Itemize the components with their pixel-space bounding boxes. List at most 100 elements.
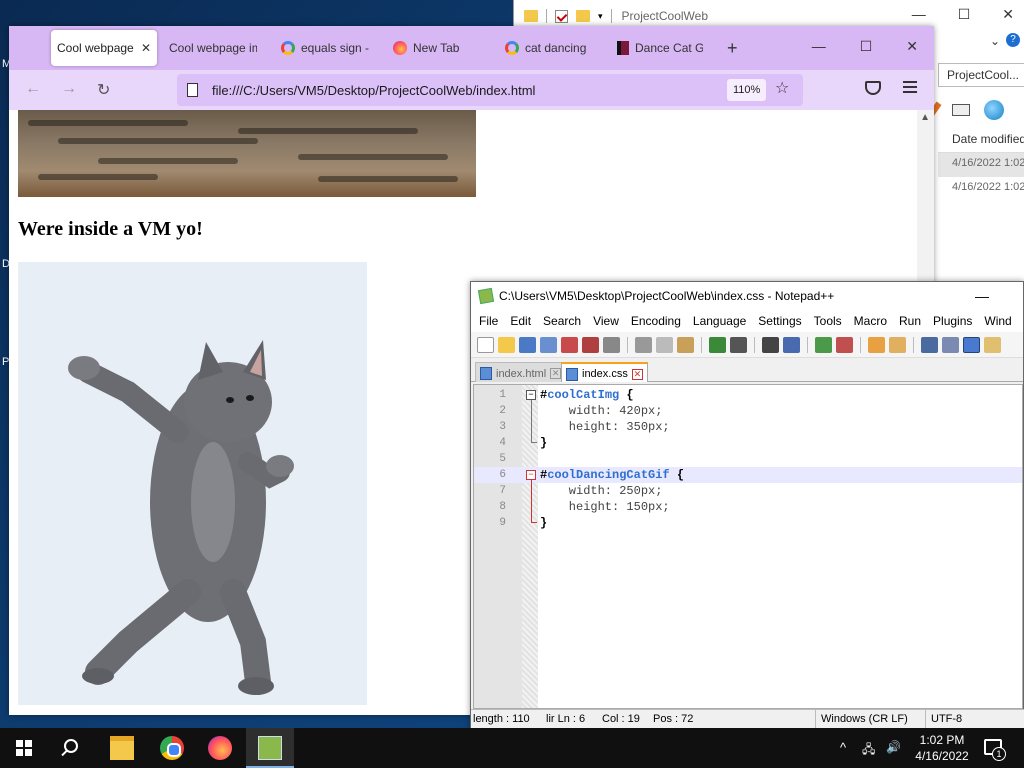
close-file-icon[interactable]	[561, 336, 578, 353]
list-item[interactable]: 4/16/2022 1:02	[938, 177, 1024, 201]
help-icon[interactable]: ?	[1006, 33, 1020, 47]
menu-settings[interactable]: Settings	[752, 314, 807, 328]
code-line[interactable]: 9 }	[474, 515, 1022, 531]
menu-view[interactable]: View	[587, 314, 625, 328]
start-button[interactable]	[16, 740, 32, 756]
open-file-icon[interactable]	[498, 336, 515, 353]
properties-icon[interactable]	[555, 9, 568, 23]
close-tab-icon[interactable]: ✕	[631, 368, 643, 380]
close-tab-icon[interactable]: ✕	[550, 368, 562, 379]
fold-toggle-icon[interactable]: −	[526, 470, 536, 480]
indent-guide-icon[interactable]	[963, 336, 980, 353]
tab-cool-webpage-im[interactable]: Cool webpage im	[163, 30, 263, 66]
close-all-icon[interactable]	[582, 336, 599, 353]
find-icon[interactable]	[762, 336, 779, 353]
print-icon[interactable]	[603, 336, 620, 353]
tab-dance-cat-gif[interactable]: Dance Cat Gi	[611, 30, 709, 66]
menu-run[interactable]: Run	[893, 314, 927, 328]
menu-encoding[interactable]: Encoding	[625, 314, 687, 328]
code-line[interactable]: 4 }	[474, 435, 1022, 451]
code-line[interactable]: 5	[474, 451, 1022, 467]
zoom-out-icon[interactable]	[836, 336, 853, 353]
explorer-minimize-button[interactable]: —	[912, 6, 926, 23]
new-file-icon[interactable]	[477, 336, 494, 353]
show-all-chars-icon[interactable]	[942, 336, 959, 353]
sync-vertical-icon[interactable]	[868, 336, 885, 353]
doc-map-icon[interactable]	[984, 336, 1001, 353]
notepad-plus-plus-taskbar-icon[interactable]	[258, 736, 282, 760]
code-line[interactable]: 3 height: 350px;	[474, 419, 1022, 435]
status-encoding[interactable]: UTF-8	[931, 713, 962, 725]
url-bar[interactable]: file:///C:/Users/VM5/Desktop/ProjectCool…	[177, 74, 803, 106]
code-line[interactable]: 7 width: 250px;	[474, 483, 1022, 499]
navigation-toolbar: ← → ↻ file:///C:/Users/VM5/Desktop/Proje…	[9, 70, 934, 110]
redo-icon[interactable]	[730, 336, 747, 353]
code-line-current[interactable]: 6 − #coolDancingCatGif {	[474, 467, 1022, 483]
new-folder-icon[interactable]	[576, 10, 590, 22]
file-explorer-taskbar-icon[interactable]	[110, 736, 134, 760]
undo-icon[interactable]	[709, 336, 726, 353]
save-icon[interactable]	[519, 336, 536, 353]
hamburger-menu-icon[interactable]	[903, 81, 917, 93]
close-window-button[interactable]: ✕	[906, 38, 918, 55]
back-button[interactable]: ←	[25, 80, 41, 98]
quick-access-dropdown-icon[interactable]: ▾	[598, 11, 603, 22]
ribbon-expand-chevron-icon[interactable]: ⌄	[990, 34, 1000, 48]
new-tab-button[interactable]: +	[727, 38, 738, 59]
search-icon[interactable]	[64, 739, 78, 753]
save-all-icon[interactable]	[540, 336, 557, 353]
bookmark-star-icon[interactable]: ☆	[775, 78, 789, 98]
network-icon[interactable]: 🖧	[862, 740, 875, 761]
code-line[interactable]: 8 height: 150px;	[474, 499, 1022, 515]
close-tab-icon[interactable]: ✕	[141, 41, 151, 55]
reload-button[interactable]: ↻	[97, 80, 110, 100]
zoom-in-icon[interactable]	[815, 336, 832, 353]
column-header-date-modified[interactable]: Date modified	[938, 128, 1024, 153]
code-line[interactable]: 1 − #coolCatImg {	[474, 387, 1022, 403]
list-item[interactable]: 4/16/2022 1:02	[938, 153, 1024, 177]
tab-new-tab[interactable]: New Tab	[387, 30, 487, 66]
status-eol[interactable]: Windows (CR LF)	[821, 713, 908, 725]
sync-horizontal-icon[interactable]	[889, 336, 906, 353]
menu-window[interactable]: Wind	[978, 314, 1017, 328]
volume-icon[interactable]: 🔊	[886, 740, 901, 754]
tab-index-html[interactable]: index.html ✕	[475, 362, 567, 382]
code-line[interactable]: 2 width: 420px;	[474, 403, 1022, 419]
tab-equals-sign[interactable]: equals sign -	[275, 30, 375, 66]
menu-macro[interactable]: Macro	[848, 314, 893, 328]
firefox-taskbar-icon[interactable]	[208, 736, 232, 760]
menu-file[interactable]: File	[473, 314, 504, 328]
tab-cat-dancing[interactable]: cat dancing	[499, 30, 599, 66]
url-text[interactable]: file:///C:/Users/VM5/Desktop/ProjectCool…	[212, 83, 535, 98]
menu-language[interactable]: Language	[687, 314, 752, 328]
clock[interactable]: 1:02 PM 4/16/2022	[910, 732, 974, 764]
npp-minimize-button[interactable]: —	[975, 288, 989, 304]
zoom-indicator[interactable]: 110%	[727, 79, 767, 101]
maximize-button[interactable]: ☐	[860, 38, 873, 55]
menu-plugins[interactable]: Plugins	[927, 314, 978, 328]
word-wrap-icon[interactable]	[921, 336, 938, 353]
tab-index-css[interactable]: index.css ✕	[561, 362, 648, 382]
fold-toggle-icon[interactable]: −	[526, 390, 536, 400]
explorer-maximize-button[interactable]: ☐	[958, 6, 971, 23]
paste-icon[interactable]	[677, 336, 694, 353]
tray-chevron-icon[interactable]: ^	[840, 740, 846, 755]
mail-icon[interactable]	[952, 104, 970, 116]
forward-button[interactable]: →	[61, 80, 77, 98]
tab-cool-webpage[interactable]: Cool webpage ✕	[51, 30, 157, 66]
chrome-taskbar-icon[interactable]	[160, 736, 184, 760]
scroll-up-arrow-icon[interactable]: ▲	[920, 112, 930, 123]
menu-edit[interactable]: Edit	[504, 314, 537, 328]
explorer-close-button[interactable]: ✕	[1002, 6, 1014, 23]
minimize-button[interactable]: —	[812, 38, 826, 55]
cut-icon[interactable]	[635, 336, 652, 353]
menu-search[interactable]: Search	[537, 314, 587, 328]
menu-tools[interactable]: Tools	[808, 314, 848, 328]
replace-icon[interactable]	[783, 336, 800, 353]
explorer-address-bar[interactable]: ProjectCool...	[938, 63, 1024, 87]
copy-icon[interactable]	[656, 336, 673, 353]
code-editor[interactable]: 1 − #coolCatImg { 2 width: 420px; 3 heig…	[473, 384, 1023, 709]
line-number: 7	[499, 485, 506, 497]
pocket-icon[interactable]	[865, 81, 881, 95]
globe-icon[interactable]	[984, 100, 1004, 120]
